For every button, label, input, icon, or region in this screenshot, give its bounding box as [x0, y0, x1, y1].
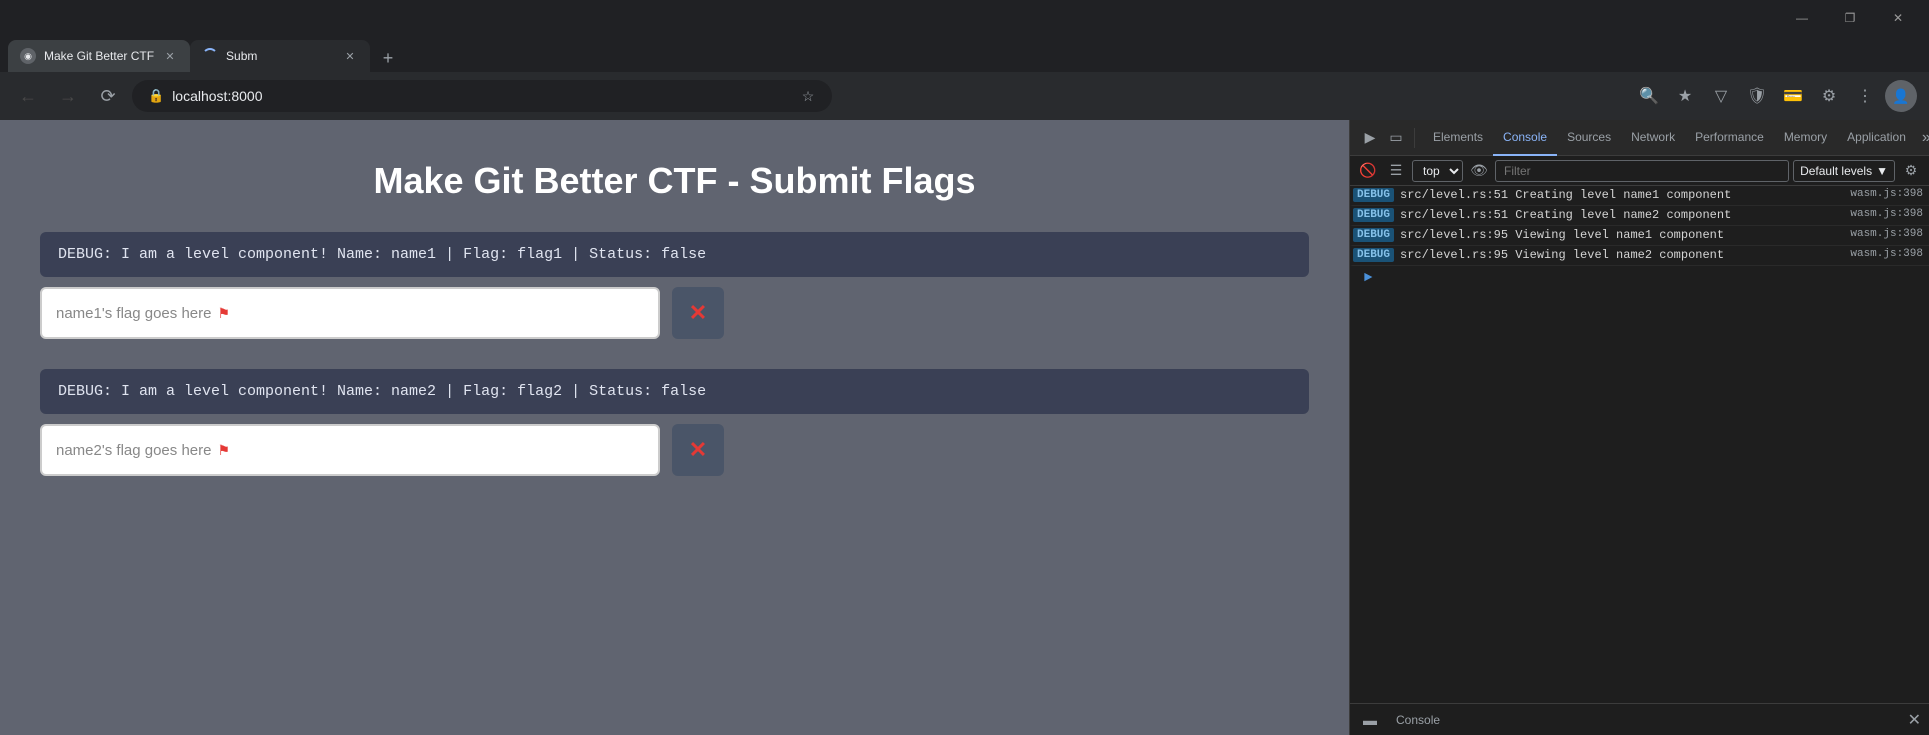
- flag-row-2: name2's flag goes here ⚑ ✕: [40, 424, 1309, 476]
- console-arrow-icon[interactable]: ►: [1356, 268, 1380, 288]
- console-msg-1: src/level.rs:51 Creating level name1 com…: [1400, 188, 1842, 202]
- devtools-tab-bar: ▶ ▭ Elements Console Sources Network Per…: [1350, 120, 1929, 156]
- tab-1[interactable]: ◉ Make Git Better CTF ✕: [8, 40, 190, 72]
- minimize-button[interactable]: —: [1779, 0, 1825, 36]
- tab-title-1: Make Git Better CTF: [44, 49, 154, 63]
- bookmark-icon[interactable]: ☆: [796, 84, 820, 108]
- console-row-4: DEBUG src/level.rs:95 Viewing level name…: [1350, 246, 1929, 266]
- tab-close-2[interactable]: ✕: [342, 48, 358, 64]
- flag-icon-2: ⚑: [217, 442, 230, 459]
- debug-banner-2: DEBUG: I am a level component! Name: nam…: [40, 369, 1309, 414]
- tab-loading-2: [202, 48, 218, 64]
- puzzle-icon[interactable]: ⚙: [1813, 80, 1845, 112]
- clear-console-icon[interactable]: 🚫: [1356, 159, 1380, 183]
- x-icon-2: ✕: [689, 437, 707, 463]
- tab-console[interactable]: Console: [1493, 120, 1557, 156]
- page-title: Make Git Better CTF - Submit Flags: [40, 160, 1309, 202]
- tab-close-1[interactable]: ✕: [162, 48, 178, 64]
- tab-title-2: Subm: [226, 49, 334, 63]
- filter-input[interactable]: [1495, 160, 1789, 182]
- wallet-icon[interactable]: 💳: [1777, 80, 1809, 112]
- devtools-drawer-icon[interactable]: ▬: [1358, 708, 1382, 732]
- debug-badge-2: DEBUG: [1353, 208, 1394, 222]
- tab-memory[interactable]: Memory: [1774, 120, 1837, 156]
- console-filter-icon[interactable]: ☰: [1384, 159, 1408, 183]
- tab-separator: [1414, 128, 1415, 148]
- devtools-more-button[interactable]: »: [1916, 129, 1929, 147]
- tab-favicon-1: ◉: [20, 48, 36, 64]
- tab-network[interactable]: Network: [1621, 120, 1685, 156]
- submit-button-1[interactable]: ✕: [672, 287, 724, 339]
- debug-badge-3: DEBUG: [1353, 228, 1394, 242]
- chevron-down-icon: ▼: [1876, 164, 1888, 178]
- console-row-1: DEBUG src/level.rs:51 Creating level nam…: [1350, 186, 1929, 206]
- console-src-3[interactable]: wasm.js:398: [1842, 228, 1923, 240]
- eye-icon[interactable]: 👁: [1467, 159, 1491, 183]
- tab-sources[interactable]: Sources: [1557, 120, 1621, 156]
- forward-button[interactable]: →: [52, 80, 84, 112]
- close-button[interactable]: ✕: [1875, 0, 1921, 36]
- console-arrow-row: ►: [1350, 266, 1929, 290]
- tab-elements[interactable]: Elements: [1423, 120, 1493, 156]
- flag-placeholder-2: name2's flag goes here ⚑: [56, 442, 230, 459]
- lock-icon: 🔒: [148, 88, 164, 104]
- maximize-button[interactable]: ❐: [1827, 0, 1873, 36]
- more-icon[interactable]: ⋮: [1849, 80, 1881, 112]
- new-tab-button[interactable]: +: [374, 44, 402, 72]
- bottom-close-button[interactable]: ✕: [1908, 710, 1921, 730]
- debug-banner-1: DEBUG: I am a level component! Name: nam…: [40, 232, 1309, 277]
- x-icon-1: ✕: [689, 300, 707, 326]
- levels-selector[interactable]: Default levels ▼: [1793, 160, 1895, 182]
- console-row-2: DEBUG src/level.rs:51 Creating level nam…: [1350, 206, 1929, 226]
- submit-button-2[interactable]: ✕: [672, 424, 724, 476]
- context-selector[interactable]: top: [1412, 160, 1463, 182]
- tab-2[interactable]: Subm ✕: [190, 40, 370, 72]
- address-field[interactable]: 🔒 localhost:8000 ☆: [132, 80, 832, 112]
- console-msg-2: src/level.rs:51 Creating level name2 com…: [1400, 208, 1842, 222]
- extension-icon[interactable]: ▽: [1705, 80, 1737, 112]
- flag-input-2[interactable]: name2's flag goes here ⚑: [40, 424, 660, 476]
- debug-badge-4: DEBUG: [1353, 248, 1394, 262]
- devtools-inspect-icon[interactable]: ▶: [1358, 126, 1382, 150]
- devtools-panel: ▶ ▭ Elements Console Sources Network Per…: [1349, 120, 1929, 735]
- level-block-2: DEBUG: I am a level component! Name: nam…: [40, 369, 1309, 476]
- level-block-1: DEBUG: I am a level component! Name: nam…: [40, 232, 1309, 339]
- console-msg-3: src/level.rs:95 Viewing level name1 comp…: [1400, 228, 1842, 242]
- console-output: DEBUG src/level.rs:51 Creating level nam…: [1350, 186, 1929, 703]
- search-icon[interactable]: 🔍: [1633, 80, 1665, 112]
- debug-badge-1: DEBUG: [1353, 188, 1394, 202]
- devtools-device-icon[interactable]: ▭: [1384, 126, 1408, 150]
- address-text: localhost:8000: [172, 88, 788, 104]
- devtools-bottom-bar: ▬ Console ✕: [1350, 703, 1929, 735]
- flag-row-1: name1's flag goes here ⚑ ✕: [40, 287, 1309, 339]
- back-button[interactable]: ←: [12, 80, 44, 112]
- shield-icon[interactable]: 🛡: [1741, 80, 1773, 112]
- tab-performance[interactable]: Performance: [1685, 120, 1774, 156]
- flag-icon-1: ⚑: [217, 305, 230, 322]
- star-icon[interactable]: ★: [1669, 80, 1701, 112]
- bottom-tab-console[interactable]: Console: [1390, 709, 1446, 731]
- flag-placeholder-1: name1's flag goes here ⚑: [56, 305, 230, 322]
- console-src-2[interactable]: wasm.js:398: [1842, 208, 1923, 220]
- console-row-3: DEBUG src/level.rs:95 Viewing level name…: [1350, 226, 1929, 246]
- flag-input-1[interactable]: name1's flag goes here ⚑: [40, 287, 660, 339]
- console-toolbar: 🚫 ☰ top 👁 Default levels ▼ ⚙: [1350, 156, 1929, 186]
- levels-label: Default levels: [1800, 164, 1872, 178]
- console-src-1[interactable]: wasm.js:398: [1842, 188, 1923, 200]
- reload-button[interactable]: ⟳: [92, 80, 124, 112]
- web-content: Make Git Better CTF - Submit Flags DEBUG…: [0, 120, 1349, 735]
- tab-application[interactable]: Application: [1837, 120, 1916, 156]
- console-src-4[interactable]: wasm.js:398: [1842, 248, 1923, 260]
- console-msg-4: src/level.rs:95 Viewing level name2 comp…: [1400, 248, 1842, 262]
- console-settings-icon[interactable]: ⚙: [1899, 159, 1923, 183]
- profile-avatar[interactable]: 👤: [1885, 80, 1917, 112]
